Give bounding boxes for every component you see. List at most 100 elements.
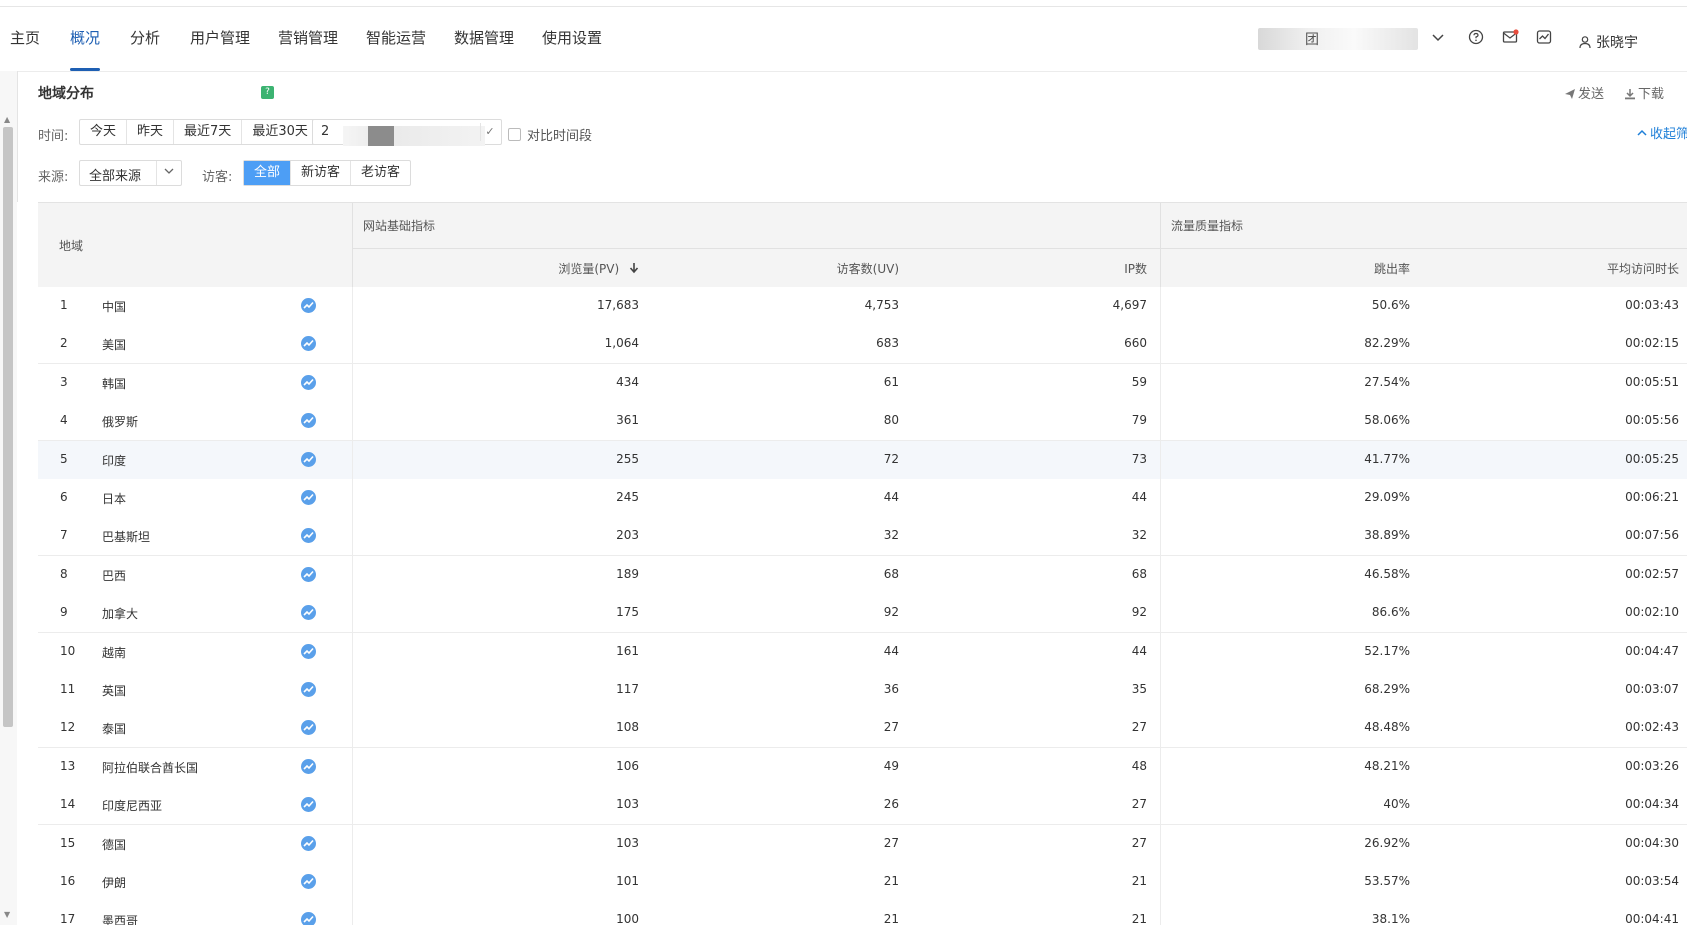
ip-cell: 59 bbox=[1131, 374, 1147, 389]
table-row[interactable]: 15 德国 103 27 27 26.92% 00:04:30 bbox=[38, 824, 1687, 864]
trend-chart-icon[interactable] bbox=[301, 643, 316, 659]
ip-cell: 27 bbox=[1131, 720, 1147, 735]
visitor-returning-button[interactable]: 老访客 bbox=[351, 161, 410, 185]
uv-column-header[interactable]: 访客数(UV) bbox=[837, 260, 899, 277]
help-icon[interactable] bbox=[1466, 27, 1486, 47]
trend-chart-icon[interactable] bbox=[301, 566, 316, 582]
table-row[interactable]: 6 日本 245 44 44 29.09% 00:06:21 bbox=[38, 479, 1687, 518]
rank-cell: 5 bbox=[60, 451, 68, 466]
region-cell: 德国 bbox=[102, 837, 127, 852]
scrollbar-thumb[interactable] bbox=[3, 127, 13, 727]
sort-down-icon[interactable] bbox=[629, 263, 639, 274]
mail-icon[interactable] bbox=[1500, 27, 1520, 47]
trend-chart-icon[interactable] bbox=[301, 490, 316, 505]
avg-duration-column-header[interactable]: 平均访问时长 bbox=[1607, 260, 1679, 277]
table-header: 地域 网站基础指标 流量质量指标 浏览量(PV) 访客数(UV) IP数 跳出率… bbox=[38, 202, 1687, 288]
rank-cell: 15 bbox=[60, 835, 76, 850]
time-last30-button[interactable]: 最近30天 bbox=[242, 120, 318, 144]
trend-chart-icon[interactable] bbox=[301, 528, 316, 544]
table-row[interactable]: 5 印度 255 72 73 41.77% 00:05:25 bbox=[38, 440, 1687, 480]
date-range-input[interactable]: 2 ✓ bbox=[312, 119, 502, 146]
trend-chart-icon[interactable] bbox=[301, 374, 316, 390]
column-divider bbox=[1160, 632, 1161, 671]
avg-duration-cell: 00:02:10 bbox=[1625, 605, 1679, 620]
trend-chart-icon[interactable] bbox=[301, 797, 316, 813]
table-row[interactable]: 4 俄罗斯 361 80 79 58.06% 00:05:56 bbox=[38, 402, 1687, 442]
region-table: 地域 网站基础指标 流量质量指标 浏览量(PV) 访客数(UV) IP数 跳出率… bbox=[38, 202, 1687, 925]
trend-chart-icon[interactable] bbox=[1534, 27, 1554, 47]
rank-cell: 6 bbox=[60, 490, 68, 504]
visitor-new-button[interactable]: 新访客 bbox=[291, 161, 352, 185]
trend-chart-icon[interactable] bbox=[301, 874, 316, 889]
chevron-down-icon[interactable] bbox=[156, 161, 181, 185]
column-divider bbox=[1160, 555, 1161, 594]
send-button[interactable]: 发送 bbox=[1564, 83, 1604, 102]
page-scrollbar[interactable]: ▲ ▼ bbox=[0, 71, 18, 925]
time-yesterday-button[interactable]: 昨天 bbox=[127, 120, 175, 144]
table-row[interactable]: 8 巴西 189 68 68 46.58% 00:02:57 bbox=[38, 555, 1687, 595]
bounce-rate-column-header[interactable]: 跳出率 bbox=[1374, 260, 1410, 277]
trend-chart-icon[interactable] bbox=[301, 682, 316, 697]
org-selector-redacted[interactable] bbox=[1258, 28, 1418, 50]
trend-chart-icon[interactable] bbox=[301, 336, 316, 352]
region-cell: 阿拉伯联合酋长国 bbox=[102, 760, 199, 775]
nav-item-settings[interactable]: 使用设置 bbox=[542, 7, 602, 71]
trend-chart-icon[interactable] bbox=[301, 413, 316, 429]
pv-cell: 203 bbox=[616, 528, 639, 543]
download-label: 下载 bbox=[1638, 87, 1665, 102]
trend-chart-icon[interactable] bbox=[301, 912, 316, 925]
rank-cell: 17 bbox=[60, 912, 76, 925]
rank-cell: 2 bbox=[60, 336, 68, 351]
nav-item-data-management[interactable]: 数据管理 bbox=[454, 7, 514, 71]
collapse-filter-button[interactable]: 收起筛 bbox=[1637, 123, 1687, 142]
table-row[interactable]: 14 印度尼西亚 103 26 27 40% 00:04:34 bbox=[38, 786, 1687, 826]
nav-item-smart-ops[interactable]: 智能运营 bbox=[366, 7, 426, 71]
compare-period-checkbox[interactable]: 对比时间段 bbox=[508, 125, 592, 144]
table-row[interactable]: 10 越南 161 44 44 52.17% 00:04:47 bbox=[38, 632, 1687, 672]
download-button[interactable]: 下载 bbox=[1624, 83, 1664, 102]
table-row[interactable]: 1 中国 17,683 4,753 4,697 50.6% 00:03:43 bbox=[38, 287, 1687, 326]
trend-chart-icon[interactable] bbox=[301, 451, 316, 467]
help-badge-icon[interactable]: ? bbox=[261, 86, 274, 99]
chevron-down-icon[interactable] bbox=[1428, 27, 1448, 47]
nav-item-analysis[interactable]: 分析 bbox=[130, 7, 160, 71]
source-select[interactable]: 全部来源 bbox=[79, 160, 182, 186]
calendar-check-icon[interactable]: ✓ bbox=[480, 123, 499, 141]
user-menu[interactable]: 张晓宇 bbox=[1578, 32, 1638, 52]
pv-cell: 101 bbox=[616, 874, 639, 888]
pv-column-header[interactable]: 浏览量(PV) bbox=[558, 260, 639, 277]
table-row[interactable]: 16 伊朗 101 21 21 53.57% 00:03:54 bbox=[38, 863, 1687, 902]
nav-item-user-management[interactable]: 用户管理 bbox=[190, 7, 250, 71]
rank-cell: 13 bbox=[60, 758, 76, 773]
nav-item-overview[interactable]: 概况 bbox=[70, 7, 101, 71]
table-row[interactable]: 3 韩国 434 61 59 27.54% 00:05:51 bbox=[38, 363, 1687, 403]
send-icon bbox=[1565, 89, 1575, 99]
time-last7-button[interactable]: 最近7天 bbox=[174, 120, 243, 144]
ip-cell: 73 bbox=[1131, 451, 1147, 466]
table-row[interactable]: 7 巴基斯坦 203 32 32 38.89% 00:07:56 bbox=[38, 517, 1687, 557]
table-row[interactable]: 2 美国 1,064 683 660 82.29% 00:02:15 bbox=[38, 325, 1687, 365]
nav-item-marketing[interactable]: 营销管理 bbox=[278, 7, 338, 71]
nav-item-home[interactable]: 主页 bbox=[10, 7, 40, 71]
scroll-down-icon[interactable]: ▼ bbox=[4, 910, 10, 919]
region-cell: 伊朗 bbox=[102, 876, 127, 890]
column-divider bbox=[352, 363, 353, 402]
send-label: 发送 bbox=[1578, 87, 1605, 102]
table-row[interactable]: 13 阿拉伯联合酋长国 106 49 48 48.21% 00:03:26 bbox=[38, 747, 1687, 787]
time-today-button[interactable]: 今天 bbox=[80, 120, 128, 144]
table-row[interactable]: 11 英国 117 36 35 68.29% 00:03:07 bbox=[38, 671, 1687, 710]
ip-cell: 79 bbox=[1131, 413, 1147, 428]
visitor-all-button[interactable]: 全部 bbox=[244, 161, 292, 185]
trend-chart-icon[interactable] bbox=[301, 758, 316, 774]
trend-chart-icon[interactable] bbox=[301, 605, 316, 621]
trend-chart-icon[interactable] bbox=[301, 298, 316, 313]
user-name: 张晓宇 bbox=[1596, 35, 1638, 51]
table-row[interactable]: 12 泰国 108 27 27 48.48% 00:02:43 bbox=[38, 709, 1687, 749]
ip-column-header[interactable]: IP数 bbox=[1124, 260, 1147, 277]
table-row[interactable]: 17 墨西哥 100 21 21 38.1% 00:04:41 bbox=[38, 901, 1687, 925]
trend-chart-icon[interactable] bbox=[301, 720, 316, 736]
table-row[interactable]: 9 加拿大 175 92 92 86.6% 00:02:10 bbox=[38, 594, 1687, 634]
trend-chart-icon[interactable] bbox=[301, 835, 316, 851]
checkbox-icon[interactable] bbox=[508, 128, 521, 141]
scroll-up-icon[interactable]: ▲ bbox=[4, 115, 10, 124]
